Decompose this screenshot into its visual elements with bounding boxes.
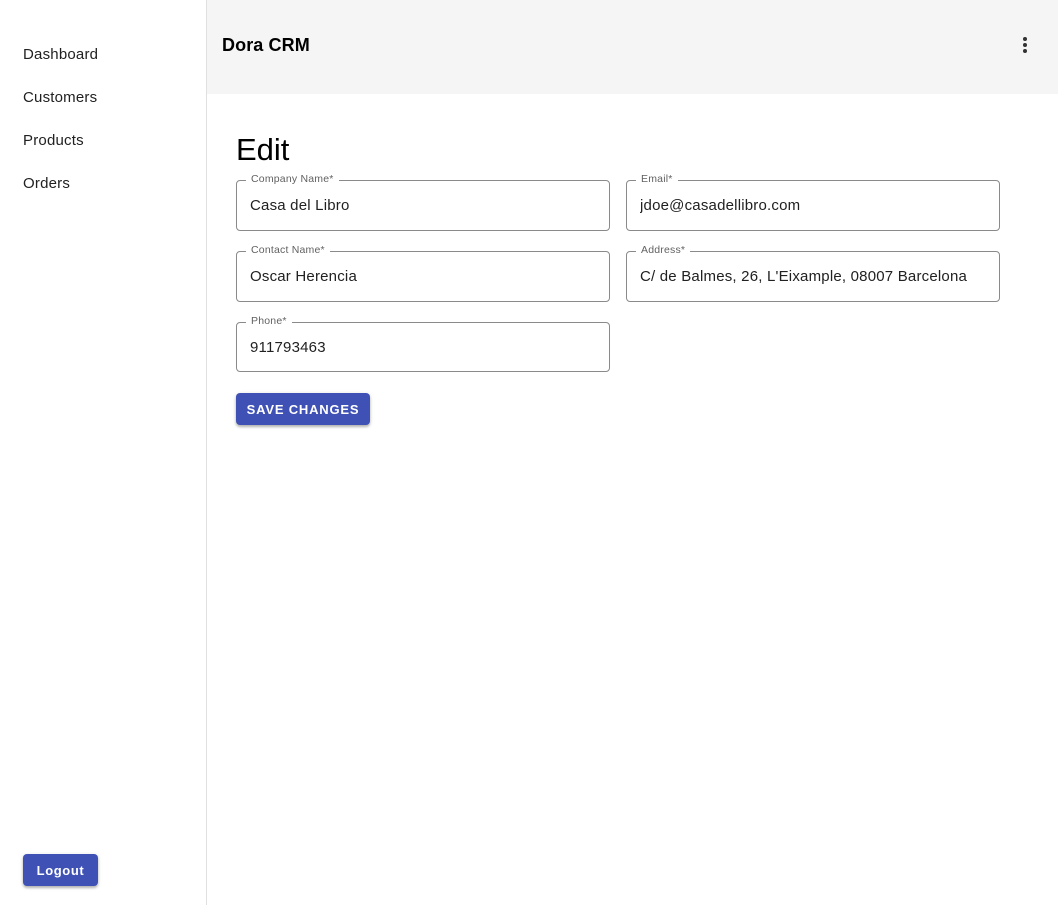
sidebar-item-dashboard[interactable]: Dashboard — [0, 33, 206, 76]
email-field: Email* — [626, 173, 1000, 231]
sidebar-item-products[interactable]: Products — [0, 119, 206, 162]
address-field: Address* — [626, 244, 1000, 302]
top-app-bar: Dora CRM — [207, 0, 1058, 94]
phone-input[interactable] — [237, 323, 609, 371]
contact-name-field: Contact Name* — [236, 244, 610, 302]
phone-field: Phone* — [236, 315, 610, 372]
company-name-input[interactable] — [237, 181, 609, 230]
email-input[interactable] — [627, 181, 999, 230]
address-input[interactable] — [627, 252, 999, 301]
sidebar-nav: Dashboard Customers Products Orders — [0, 33, 206, 205]
app-title: Dora CRM — [222, 35, 310, 55]
sidebar: Dashboard Customers Products Orders Logo… — [0, 0, 207, 905]
contact-name-input[interactable] — [237, 252, 609, 301]
menu-dot — [1023, 49, 1027, 53]
menu-dot — [1023, 43, 1027, 47]
save-changes-button[interactable]: SAVE CHANGES — [236, 393, 370, 425]
logout-button[interactable]: Logout — [23, 854, 98, 886]
company-name-field: Company Name* — [236, 173, 610, 231]
sidebar-item-customers[interactable]: Customers — [0, 76, 206, 119]
more-vertical-icon[interactable] — [1012, 32, 1038, 58]
page-title: Edit — [236, 132, 290, 167]
app-root: Dashboard Customers Products Orders Logo… — [0, 0, 1058, 905]
menu-dot — [1023, 37, 1027, 41]
sidebar-item-orders[interactable]: Orders — [0, 162, 206, 205]
main-content: Edit Company Name* Email* Contact Name* … — [207, 94, 1058, 905]
